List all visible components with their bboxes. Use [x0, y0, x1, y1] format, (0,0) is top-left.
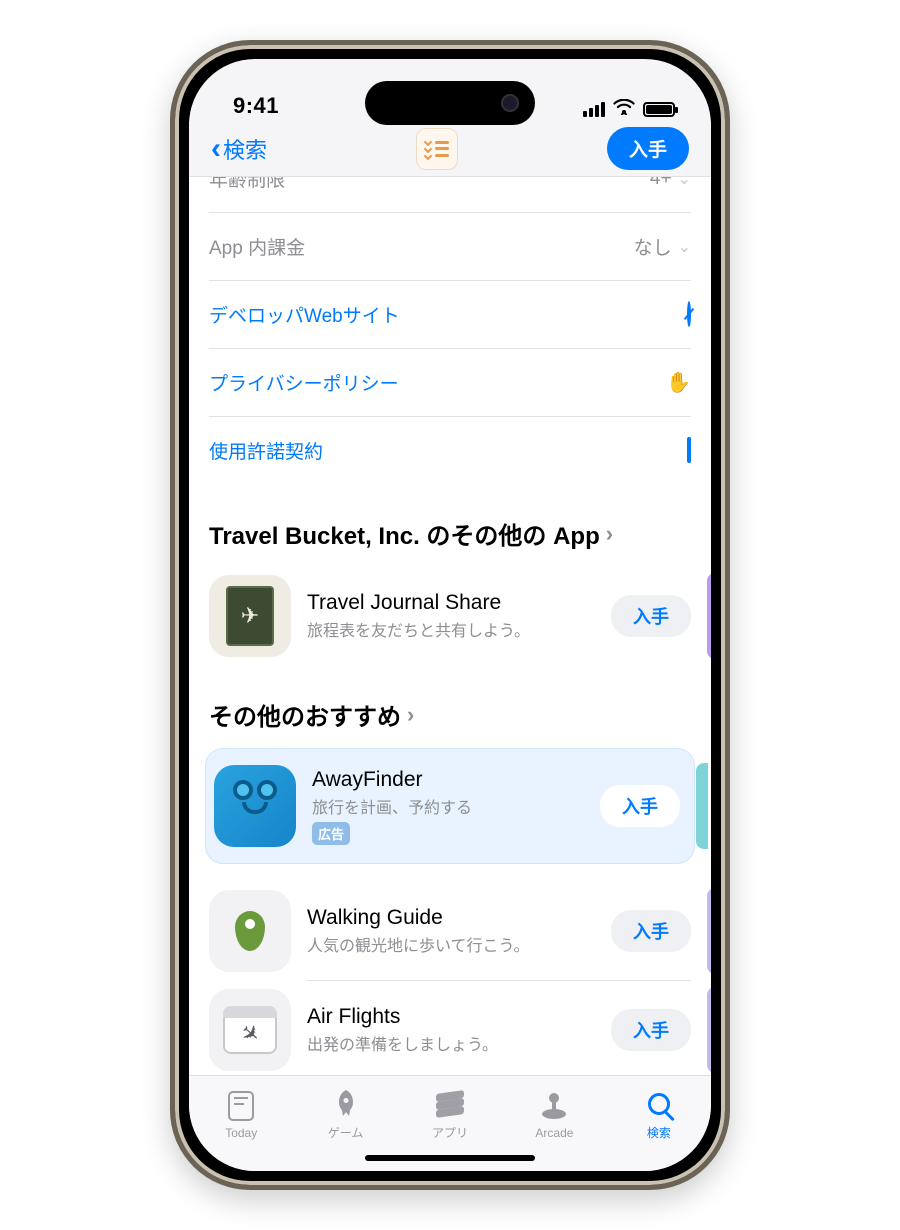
app-title: Walking Guide	[307, 906, 595, 930]
info-label: App 内課金	[209, 233, 305, 260]
info-label: デベロッパWebサイト	[209, 301, 400, 328]
get-button[interactable]: 入手	[600, 785, 680, 827]
chevron-right-icon: ›	[407, 702, 414, 728]
developer-apps-heading[interactable]: Travel Bucket, Inc. のその他の App ›	[209, 516, 691, 551]
back-button[interactable]: ‹ 検索	[211, 133, 267, 165]
developer-website-link[interactable]: デベロッパWebサイト	[209, 281, 691, 349]
pin-icon	[235, 911, 265, 951]
side-switch	[170, 285, 173, 325]
tab-label: アプリ	[432, 1124, 468, 1141]
chevron-down-icon: ⌄	[678, 177, 691, 189]
cellular-icon	[583, 102, 605, 117]
app-icon	[214, 765, 296, 847]
ad-badge: 広告	[312, 822, 350, 845]
app-title: AwayFinder	[312, 768, 584, 792]
tab-label: ゲーム	[328, 1124, 364, 1141]
next-card-peek	[696, 763, 708, 849]
app-row-awayfinder[interactable]: AwayFinder 旅行を計画、予約する 広告 入手	[214, 757, 680, 855]
info-row-age[interactable]: 年齢制限 4+ ⌄	[209, 177, 691, 213]
search-icon	[648, 1093, 670, 1115]
sponsored-app-card[interactable]: AwayFinder 旅行を計画、予約する 広告 入手	[205, 748, 695, 864]
info-label: プライバシーポリシー	[209, 369, 399, 396]
app-row-walking-guide[interactable]: Walking Guide 人気の観光地に歩いて行こう。 入手	[209, 882, 691, 980]
license-agreement-link[interactable]: 使用許諾契約	[209, 417, 691, 484]
tab-label: 検索	[647, 1124, 671, 1141]
tab-label: Today	[225, 1126, 257, 1140]
today-icon	[228, 1091, 254, 1121]
battery-icon	[643, 102, 675, 117]
get-button[interactable]: 入手	[611, 1009, 691, 1051]
wifi-icon	[613, 99, 635, 119]
recommendations-heading[interactable]: その他のおすすめ ›	[209, 697, 691, 732]
plane-icon: ✈	[241, 603, 259, 629]
status-time: 9:41	[233, 93, 279, 119]
home-indicator[interactable]	[365, 1155, 535, 1161]
app-icon	[209, 890, 291, 972]
app-icon: ✈	[209, 575, 291, 657]
volume-down-button	[170, 445, 173, 525]
app-subtitle: 人気の観光地に歩いて行こう。	[307, 932, 595, 956]
section-title: Travel Bucket, Inc. のその他の App	[209, 516, 600, 551]
app-title: Air Flights	[307, 1005, 595, 1029]
section-title: その他のおすすめ	[209, 697, 401, 732]
app-title: Travel Journal Share	[307, 591, 595, 615]
next-card-peek	[707, 888, 711, 974]
get-button[interactable]: 入手	[611, 910, 691, 952]
app-mini-icon	[416, 128, 458, 170]
tab-games[interactable]: ゲーム	[293, 1076, 397, 1153]
tab-label: Arcade	[535, 1126, 573, 1140]
chevron-down-icon: ⌄	[678, 237, 691, 257]
stack-icon	[436, 1092, 464, 1116]
tab-search[interactable]: 検索	[607, 1076, 711, 1153]
next-card-peek	[707, 573, 711, 659]
nav-bar: ‹ 検索 入手	[189, 121, 711, 177]
phone-frame: 9:41 ‹ 検索 入手 年齢制限	[170, 40, 730, 1190]
chevron-left-icon: ‹	[211, 134, 221, 164]
info-value: なし	[634, 233, 672, 260]
info-label: 年齢制限	[209, 177, 285, 192]
info-value: 4+	[650, 177, 672, 190]
tab-today[interactable]: Today	[189, 1076, 293, 1153]
chevron-right-icon: ›	[606, 521, 613, 547]
checklist-icon	[425, 139, 449, 159]
app-row-air-flights[interactable]: ✈ Air Flights 出発の準備をしましょう。 入手	[209, 981, 691, 1075]
nav-get-button[interactable]: 入手	[607, 127, 689, 170]
app-subtitle: 旅程表を友だちと共有しよう。	[307, 617, 595, 641]
next-card-peek	[707, 987, 711, 1073]
info-row-iap[interactable]: App 内課金 なし ⌄	[209, 213, 691, 281]
rocket-icon	[330, 1088, 362, 1120]
volume-up-button	[170, 345, 173, 425]
app-subtitle: 旅行を計画、予約する	[312, 794, 584, 818]
safari-icon	[687, 303, 691, 326]
app-icon: ✈	[209, 989, 291, 1071]
info-label: 使用許諾契約	[209, 437, 323, 464]
arcade-icon	[539, 1090, 569, 1122]
app-subtitle: 出発の準備をしましょう。	[307, 1031, 595, 1055]
app-row-travel-journal[interactable]: ✈ Travel Journal Share 旅程表を友だちと共有しよう。 入手	[209, 567, 691, 665]
scroll-content[interactable]: 年齢制限 4+ ⌄ App 内課金 なし ⌄ デベロッパWebサイト プライバシーポ…	[189, 177, 711, 1075]
get-button[interactable]: 入手	[611, 595, 691, 637]
dynamic-island	[365, 81, 535, 125]
phone-screen: 9:41 ‹ 検索 入手 年齢制限	[189, 59, 711, 1171]
tab-apps[interactable]: アプリ	[398, 1076, 502, 1153]
plane-icon: ✈	[235, 1018, 266, 1050]
hand-icon: ✋	[666, 370, 691, 395]
privacy-policy-link[interactable]: プライバシーポリシー ✋	[209, 349, 691, 417]
document-icon	[687, 439, 691, 462]
status-icons	[583, 99, 675, 119]
tab-arcade[interactable]: Arcade	[502, 1076, 606, 1153]
back-label: 検索	[223, 133, 267, 165]
power-button	[727, 375, 730, 495]
